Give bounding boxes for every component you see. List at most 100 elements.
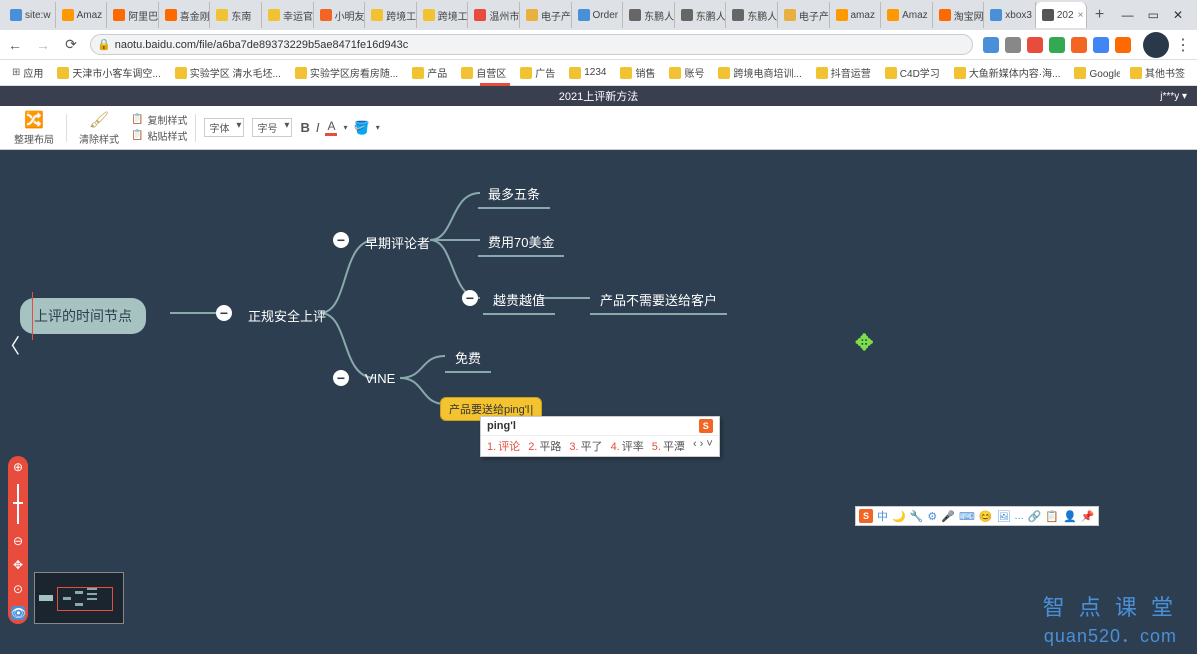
browser-tab[interactable]: 阿里巴 [107, 2, 159, 28]
font-select[interactable]: 字体 [204, 118, 244, 137]
bookmark-item[interactable]: 跨境电商培训... [714, 63, 805, 82]
browser-tab[interactable]: 东南 [210, 2, 262, 28]
apps-button[interactable]: ⊞应用 [8, 63, 47, 82]
document-title[interactable]: 2021上评新方法 [559, 88, 638, 104]
close-button[interactable]: ✕ [1173, 8, 1183, 22]
new-tab-button[interactable]: + [1088, 6, 1112, 24]
paste-format-button[interactable]: 📋粘贴样式 [131, 128, 187, 143]
preview-toggle[interactable]: 👁 [11, 606, 25, 620]
browser-tab[interactable]: 喜金刚 [159, 2, 211, 28]
forward-button[interactable]: → [34, 36, 52, 54]
zoom-slider[interactable] [17, 484, 19, 524]
ime-bar-item[interactable]: 🖼 [997, 510, 1011, 523]
ime-status-bar[interactable]: S 中🌙🔧⚙🎤⌨😊🖼...🔗📋👤📌 [855, 506, 1099, 526]
ime-page-nav[interactable]: ‹ › ˅ [693, 438, 713, 454]
prev-slide-button[interactable]: 〈 [0, 330, 20, 359]
minimize-button[interactable]: ― [1122, 8, 1134, 22]
reload-button[interactable]: ⟳ [62, 36, 80, 54]
ime-bar-item[interactable]: 🔗 [1028, 510, 1042, 523]
collapse-toggle[interactable]: − [462, 290, 478, 306]
font-color-button[interactable]: A [325, 119, 337, 136]
clear-format-button[interactable]: 🖌清除样式 [75, 110, 123, 146]
node-no-send-product[interactable]: 产品不需要送给客户 [590, 286, 727, 315]
browser-tab[interactable]: 跨境工 [417, 2, 469, 28]
browser-tab[interactable]: 202 × [1036, 2, 1088, 28]
root-node[interactable]: 上评的时间节点 [20, 298, 146, 334]
back-button[interactable]: ← [6, 36, 24, 54]
copy-format-button[interactable]: 📋复制样式 [131, 112, 187, 127]
bookmark-item[interactable]: Google 翻译 [1070, 63, 1120, 82]
extension-icon[interactable] [1027, 37, 1043, 53]
italic-button[interactable]: I [316, 120, 320, 135]
ime-bar-item[interactable]: 📌 [1081, 510, 1095, 523]
extension-icon[interactable] [983, 37, 999, 53]
ime-bar-item[interactable]: 👤 [1063, 510, 1077, 523]
node-cost-70[interactable]: 费用70美金 [478, 228, 564, 257]
ime-bar-item[interactable]: 🔧 [910, 510, 924, 523]
menu-icon[interactable]: ⋮ [1175, 35, 1191, 55]
browser-tab[interactable]: Amaz [881, 2, 933, 28]
browser-tab[interactable]: Order [572, 2, 624, 28]
browser-tab[interactable]: Amaz [56, 2, 108, 28]
browser-tab[interactable]: amaz [830, 2, 882, 28]
ime-candidate[interactable]: 4.评率 [611, 438, 644, 454]
extension-icon[interactable] [1093, 37, 1109, 53]
browser-tab[interactable]: 东鹏人 [675, 2, 727, 28]
minimap[interactable] [34, 572, 124, 624]
bookmark-item[interactable]: 广告 [516, 63, 559, 82]
ime-bar-item[interactable]: 😊 [979, 510, 993, 523]
ime-candidate[interactable]: 2.平路 [528, 438, 561, 454]
bookmark-item[interactable]: 实验学区房看房随... [291, 63, 402, 82]
node-max-five[interactable]: 最多五条 [478, 180, 550, 209]
browser-tab[interactable]: xbox3 [984, 2, 1036, 28]
bookmark-item[interactable]: 账号 [665, 63, 708, 82]
bookmark-item[interactable]: C4D学习 [881, 63, 944, 82]
url-input[interactable]: 🔒 naotu.baidu.com/file/a6ba7de89373229b5… [90, 34, 973, 55]
ime-bar-item[interactable]: 中 [877, 508, 888, 524]
node-vine[interactable]: VINE [355, 367, 405, 390]
collapse-toggle[interactable]: − [333, 370, 349, 386]
node-early-reviewer[interactable]: 早期评论者 [355, 229, 440, 256]
browser-tab[interactable]: 电子产 [778, 2, 830, 28]
ime-candidates[interactable]: 1.评论2.平路3.平了4.评率5.平潭‹ › ˅ [481, 435, 719, 456]
ime-bar-item[interactable]: 📋 [1045, 510, 1059, 523]
user-menu[interactable]: j***y ▾ [1160, 91, 1187, 102]
bold-button[interactable]: B [300, 120, 309, 135]
bookmark-item[interactable]: 实验学区 清水毛坯... [171, 63, 285, 82]
ime-bar-item[interactable]: 🌙 [892, 510, 906, 523]
mindmap-canvas[interactable]: 上评的时间节点 − 正规安全上评 − 早期评论者 − VINE 最多五条 费用7… [0, 150, 1197, 654]
bookmark-item[interactable]: 抖音运营 [812, 63, 875, 82]
locate-button[interactable]: ⊙ [11, 582, 25, 596]
font-size-select[interactable]: 字号 [252, 118, 292, 137]
bookmark-item[interactable]: 1234 [565, 63, 610, 82]
ime-candidate[interactable]: 5.平潭 [652, 438, 685, 454]
zoom-out-button[interactable]: ⊖ [11, 534, 25, 548]
profile-avatar[interactable] [1143, 32, 1169, 58]
ime-bar-item[interactable]: 🎤 [941, 510, 955, 523]
ime-bar-item[interactable]: ... [1015, 510, 1024, 522]
zoom-in-button[interactable]: ⊕ [11, 460, 25, 474]
browser-tab[interactable]: 小明友 [314, 2, 366, 28]
browser-tab[interactable]: 温州市 [468, 2, 520, 28]
browser-tab[interactable]: 跨境工 [365, 2, 417, 28]
browser-tab[interactable]: site:w [4, 2, 56, 28]
bookmark-item[interactable]: 自营区 [457, 63, 510, 82]
node-safe-review[interactable]: 正规安全上评 [238, 302, 336, 329]
pan-button[interactable]: ✥ [11, 558, 25, 572]
browser-tab[interactable]: 东鹏人 [726, 2, 778, 28]
collapse-toggle[interactable]: − [216, 305, 232, 321]
extension-icon[interactable] [1005, 37, 1021, 53]
browser-tab[interactable]: 淘宝网 [933, 2, 985, 28]
ime-bar-item[interactable]: ⌨ [959, 510, 975, 523]
bg-color-button[interactable]: 🪣 [354, 120, 370, 136]
bookmark-item[interactable]: 天津市小客车调空... [53, 63, 164, 82]
bookmark-item[interactable]: 销售 [616, 63, 659, 82]
ime-candidate[interactable]: 3.平了 [569, 438, 602, 454]
node-more-expensive[interactable]: 越贵越值 [483, 286, 555, 315]
node-free[interactable]: 免费 [445, 344, 491, 373]
other-bookmarks[interactable]: 其他书签 [1126, 63, 1189, 82]
maximize-button[interactable]: ▭ [1148, 8, 1159, 22]
browser-tab[interactable]: 幸运官 [262, 2, 314, 28]
browser-tab[interactable]: 东鹏人 [623, 2, 675, 28]
extension-icon[interactable] [1049, 37, 1065, 53]
